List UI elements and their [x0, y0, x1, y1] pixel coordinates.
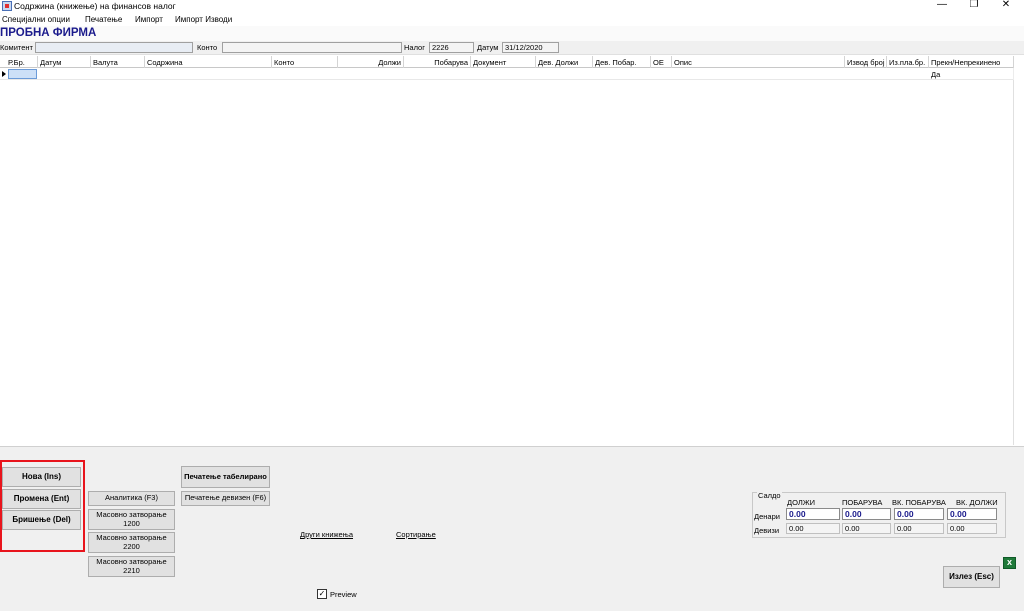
entries-grid[interactable]: Р.Бр. Датум Валута Содржина Конто Должи … [0, 56, 1014, 445]
datum-field[interactable]: 31/12/2020 [502, 42, 559, 53]
delete-button[interactable]: Бришење (Del) [2, 510, 81, 530]
devizi-pobaruva-field: 0.00 [842, 523, 891, 534]
devizi-vk-dolzi-field: 0.00 [947, 523, 997, 534]
col-opis[interactable]: Опис [672, 56, 845, 68]
row-pointer-icon [2, 71, 6, 77]
devizi-label: Девизи [754, 526, 780, 535]
print-tabular-button[interactable]: Печатење табелирано [181, 466, 270, 488]
preview-label: Preview [330, 590, 357, 599]
preview-checkbox[interactable]: ✓ [317, 589, 327, 599]
menu-import[interactable]: Импорт [135, 15, 163, 24]
close-button[interactable]: ✕ [991, 0, 1021, 12]
edit-button[interactable]: Промена (Ent) [2, 489, 81, 509]
denari-pobaruva-field: 0.00 [842, 508, 891, 520]
devizi-dolzi-field: 0.00 [786, 523, 840, 534]
company-name: ПРОБНА ФИРМА [0, 27, 97, 39]
window-title: Содржина (книжење) на финансов налог [14, 1, 176, 11]
bottom-panel: Нова (Ins) Промена (Ent) Бришење (Del) А… [0, 446, 1024, 611]
col-konto[interactable]: Конто [272, 56, 338, 68]
denari-vk-dolzi-field: 0.00 [947, 508, 997, 520]
menu-import-statements[interactable]: Импорт Изводи [175, 15, 232, 24]
mass-close-2210-button[interactable]: Масовно затворање 2210 [88, 556, 175, 577]
table-row[interactable]: Да [0, 68, 1014, 80]
saldo-title: Салдо [757, 491, 782, 500]
devizi-vk-pobaruva-field: 0.00 [894, 523, 944, 534]
denari-vk-pobaruva-field: 0.00 [894, 508, 944, 520]
col-iz-pla-br[interactable]: Из.пла.бр. [887, 56, 929, 68]
app-icon [2, 1, 12, 11]
col-valuta[interactable]: Валута [91, 56, 145, 68]
saldo-panel: Салдо ДОЛЖИ ПОБАРУВА ВК. ПОБАРУВА ВК. ДО… [752, 491, 1006, 538]
minimize-button[interactable]: — [927, 0, 957, 12]
col-datum[interactable]: Датум [38, 56, 91, 68]
analitika-button[interactable]: Аналитика (F3) [88, 491, 175, 506]
nalog-label: Налог [404, 43, 425, 52]
col-oe[interactable]: ОЕ [651, 56, 672, 68]
menu-printing[interactable]: Печатење [85, 15, 122, 24]
nalog-field[interactable]: 2226 [429, 42, 474, 53]
saldo-header-dolzi: ДОЛЖИ [787, 498, 816, 507]
denari-dolzi-field: 0.00 [786, 508, 840, 520]
col-dev-pobar[interactable]: Дев. Побар. [593, 56, 651, 68]
title-bar: Содржина (книжење) на финансов налог — ❐… [0, 0, 1024, 13]
col-dev-dolzi[interactable]: Дев. Должи [536, 56, 593, 68]
col-izvod-broj[interactable]: Извод број [845, 56, 887, 68]
col-dolzi[interactable]: Должи [338, 56, 404, 68]
other-postings-link[interactable]: Други книжења [300, 530, 353, 539]
cell-prekinato[interactable]: Да [929, 68, 1014, 80]
datum-label: Датум [477, 43, 499, 52]
exit-button[interactable]: Излез (Esc) [943, 566, 1000, 588]
active-cell[interactable] [8, 69, 37, 79]
mass-close-2200-button[interactable]: Масовно затворање 2200 [88, 532, 175, 553]
konto-field[interactable] [222, 42, 402, 53]
col-sodrzina[interactable]: Содржина [145, 56, 272, 68]
new-button[interactable]: Нова (Ins) [2, 467, 81, 487]
mass-close-1200-button[interactable]: Масовно затворање 1200 [88, 509, 175, 530]
grid-header: Р.Бр. Датум Валута Содржина Конто Должи … [0, 56, 1014, 68]
menu-bar: Специјални опции Печатење Импорт Импорт … [0, 13, 1024, 26]
print-foreign-button[interactable]: Печатење девизен (F6) [181, 491, 270, 506]
filter-row: Комитент Конто Налог 2226 Датум 31/12/20… [0, 41, 1024, 55]
menu-special-options[interactable]: Специјални опции [2, 15, 70, 24]
saldo-header-vk-dolzi: ВК. ДОЛЖИ [956, 498, 998, 507]
company-header: ПРОБНА ФИРМА [0, 26, 1024, 41]
col-prekinato[interactable]: Прекн/Непрекинено [929, 56, 1014, 68]
konto-label: Конто [197, 43, 218, 52]
saldo-header-vk-pobaruva: ВК. ПОБАРУВА [892, 498, 946, 507]
excel-export-icon[interactable] [1003, 557, 1016, 569]
saldo-header-pobaruva: ПОБАРУВА [842, 498, 883, 507]
col-rbr[interactable]: Р.Бр. [0, 56, 38, 68]
komitent-field[interactable] [35, 42, 193, 53]
sorting-link[interactable]: Сортирање [396, 530, 436, 539]
denari-label: Денари [754, 512, 780, 521]
col-dokument[interactable]: Документ [471, 56, 536, 68]
col-pobaruva[interactable]: Побарува [404, 56, 471, 68]
komitent-label: Комитент [0, 43, 33, 52]
restore-button[interactable]: ❐ [959, 0, 989, 12]
